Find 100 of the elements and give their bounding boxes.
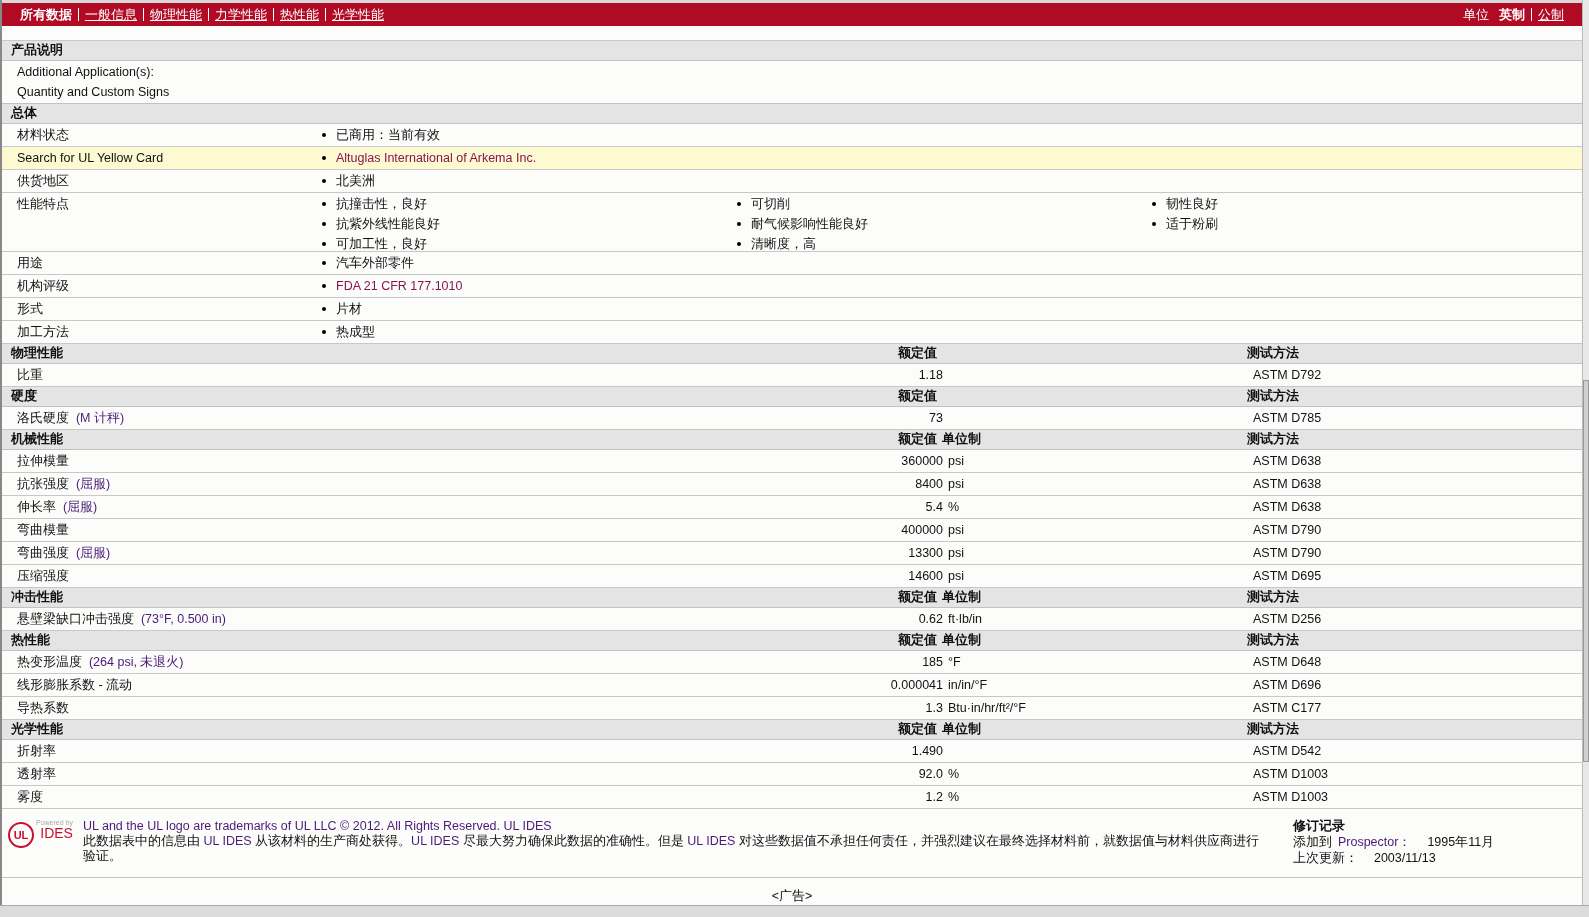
section-title: 冲击性能 [11, 589, 64, 606]
property-label: 材料状态 [17, 126, 70, 144]
value-cell-text: 5.4 [924, 499, 943, 516]
bullet-icon [322, 221, 326, 226]
nav-link[interactable]: 所有数据 [14, 5, 78, 24]
property-label: 性能特点 [17, 195, 70, 213]
bullet-icon [322, 201, 326, 206]
property-name: 透射率 [17, 766, 57, 783]
description-text: Additional Application(s): [17, 63, 155, 81]
method-cell-text: ASTM D638 [1253, 499, 1323, 516]
method-cell-text: ASTM D790 [1253, 545, 1323, 562]
unit-cell: psi [948, 477, 964, 491]
column-header: 测试方法 [1247, 588, 1300, 606]
bullet-icon [322, 284, 326, 288]
value-cell-text: 73 [928, 410, 943, 427]
unit-cell: % [948, 500, 960, 514]
property-name: 弯曲强度 (屈服) [17, 545, 112, 562]
property-name: 线形膨胀系数 - 流动 [17, 677, 134, 694]
bullet-icon [1152, 201, 1156, 206]
nav-link[interactable]: 力学性能 [209, 5, 273, 24]
bullet-icon [322, 178, 326, 183]
property-name: 抗张强度 (屈服) [17, 476, 112, 493]
value-cell-text: 13300 [907, 545, 943, 562]
method-cell-text: ASTM D792 [1253, 367, 1323, 384]
property-label: 供货地区 [17, 172, 70, 190]
method-cell-text: ASTM D695 [1253, 568, 1323, 585]
property-value: 韧性良好 [1166, 195, 1218, 213]
method-cell-text: ASTM D256 [1253, 611, 1323, 628]
section-title: 产品说明 [11, 42, 63, 57]
value-cell-text: 185 [921, 654, 943, 671]
unit-cell: ft·lb/in [948, 612, 983, 626]
horizontal-scrollbar[interactable] [0, 905, 1589, 917]
value-cell-text: 1.490 [910, 743, 943, 760]
value-cell-text: 0.000041 [889, 677, 943, 694]
value-cell-text: 92.0 [917, 766, 943, 783]
method-cell-text: ASTM D638 [1253, 453, 1323, 470]
method-cell-text: ASTM D1003 [1253, 789, 1330, 806]
property-value: 片材 [336, 301, 362, 318]
unit-cell: % [948, 767, 960, 781]
bullet-icon [1152, 221, 1156, 226]
property-name: 折射率 [17, 743, 57, 760]
revision-label: 添加到 [1292, 834, 1332, 850]
column-header: 额定值 [897, 345, 937, 362]
value-cell-text: 1.18 [917, 367, 943, 384]
unit-option[interactable]: 公制 [1532, 5, 1570, 24]
value-cell-text: 1.2 [924, 789, 943, 806]
value-cell-text: 0.62 [917, 611, 943, 628]
unit-cell: Btu·in/hr/ft²/°F [948, 701, 1026, 715]
nav-link[interactable]: 光学性能 [326, 5, 390, 24]
property-name: 拉伸模量 [17, 453, 70, 470]
revision-label: 上次更新： [1292, 850, 1358, 866]
section-title: 热性能 [11, 632, 51, 649]
unit-cell: psi [948, 569, 964, 583]
value-link[interactable]: Altuglas International of Arkema Inc. [336, 147, 537, 168]
property-label: Search for UL Yellow Card [17, 149, 165, 167]
bullet-icon [322, 261, 326, 265]
property-name: 洛氏硬度 (M 计秤) [17, 410, 126, 427]
section-title: 物理性能 [11, 345, 64, 362]
ad-label: <广告> [771, 889, 813, 903]
value-cell-text: 1.3 [924, 700, 943, 717]
description-text: Quantity and Custom Signs [17, 83, 171, 101]
revision-date: 1995年11月 [1426, 834, 1495, 850]
unit-option[interactable]: 英制 [1493, 5, 1531, 24]
property-value: 热成型 [336, 324, 375, 341]
column-header: 额定值 [897, 431, 937, 448]
column-header: 测试方法 [1247, 631, 1300, 649]
column-header: 单位制 [942, 590, 981, 604]
nav-link[interactable]: 物理性能 [144, 5, 208, 24]
units-label: 单位 [1463, 5, 1490, 24]
value-cell-text: 14600 [907, 568, 943, 585]
property-label: 机构评级 [17, 278, 70, 295]
column-header: 单位制 [942, 432, 981, 446]
unit-cell: % [948, 790, 960, 804]
column-header: 测试方法 [1247, 387, 1300, 405]
bullet-icon [737, 241, 741, 246]
property-name: 伸长率 (屈服) [17, 499, 99, 516]
bullet-icon [322, 132, 326, 137]
property-value: 可加工性，良好 [336, 235, 427, 253]
nav-link[interactable]: 一般信息 [79, 5, 143, 24]
column-header: 测试方法 [1247, 430, 1300, 448]
value-cell-text: 8400 [914, 476, 943, 493]
column-header: 单位制 [942, 722, 981, 736]
property-name: 雾度 [17, 789, 44, 806]
unit-cell: psi [948, 523, 964, 537]
property-label: 用途 [17, 255, 44, 272]
unit-cell: in/in/°F [948, 678, 988, 692]
nav-link[interactable]: 热性能 [274, 5, 325, 24]
value-link[interactable]: FDA 21 CFR 177.1010 [336, 276, 463, 296]
method-cell-text: ASTM D648 [1253, 654, 1323, 671]
vertical-scrollbar[interactable] [1582, 0, 1589, 905]
column-header: 单位制 [942, 633, 981, 647]
revision-date: 2003/11/13 [1372, 850, 1436, 866]
property-label: 形式 [17, 301, 44, 318]
section-title: 硬度 [11, 387, 38, 405]
value-cell-text: 400000 [900, 522, 943, 539]
property-name: 热变形温度 (264 psi, 未退火) [17, 654, 185, 671]
trademark-text: UL and the UL logo are trademarks of UL LLC © 2012. All Rights Reserved. UL IDES [82, 819, 553, 834]
unit-cell: psi [948, 454, 964, 468]
method-cell-text: ASTM D1003 [1253, 766, 1330, 783]
property-value: 适于粉刷 [1166, 215, 1218, 233]
